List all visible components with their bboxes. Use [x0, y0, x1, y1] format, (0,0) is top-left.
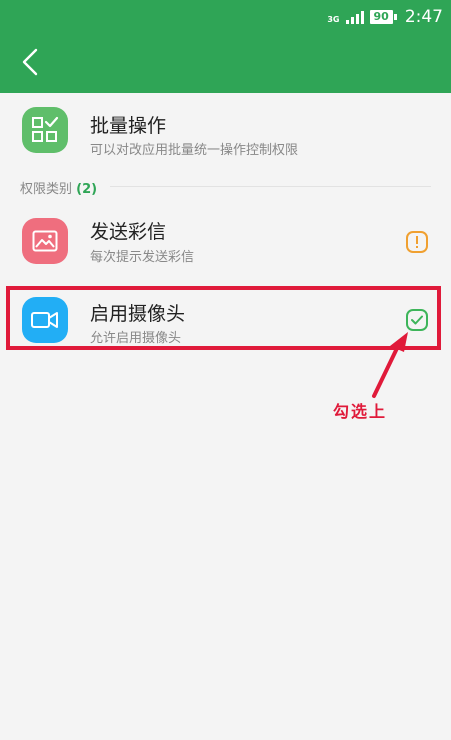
video-camera-icon: [22, 297, 68, 343]
clock: 2:47: [404, 7, 443, 27]
permission-item-send-mms[interactable]: 发送彩信 每次提示发送彩信: [0, 206, 451, 276]
exclamation-icon: [416, 236, 418, 248]
annotation-arrow-icon: [372, 332, 408, 398]
section-label: 权限类别: [20, 182, 73, 197]
status-indicators: 3G 90 2:47: [327, 6, 443, 28]
image-icon: [22, 218, 68, 264]
annotation-label: 勾选上: [333, 402, 388, 421]
permission-title: 启用摄像头: [90, 303, 186, 325]
battery-icon: 90: [369, 10, 398, 24]
section-header: 权限类别 (2): [20, 178, 97, 197]
permission-subtitle: 允许启用摄像头: [90, 331, 182, 346]
check-icon: [411, 315, 423, 325]
signal-icon: [345, 10, 364, 24]
section-count: (2): [76, 182, 98, 197]
permission-subtitle: 每次提示发送彩信: [90, 250, 195, 265]
chevron-left-icon: [22, 48, 38, 76]
toolbar: [0, 34, 451, 93]
batch-operation-item[interactable]: 批量操作 可以对改应用批量统一操作控制权限: [0, 93, 451, 171]
back-button[interactable]: [14, 46, 46, 78]
section-divider: [110, 186, 431, 187]
permission-title: 发送彩信: [90, 221, 167, 243]
battery-level: 90: [373, 10, 389, 23]
batch-title: 批量操作: [90, 115, 167, 137]
network-type: 3G: [327, 15, 340, 24]
batch-subtitle: 可以对改应用批量统一操作控制权限: [90, 143, 299, 158]
grid-check-icon: [22, 107, 68, 153]
ask-status-toggle[interactable]: [406, 231, 428, 253]
status-bar: 3G 90 2:47: [0, 0, 451, 34]
allowed-status-toggle[interactable]: [406, 309, 428, 331]
